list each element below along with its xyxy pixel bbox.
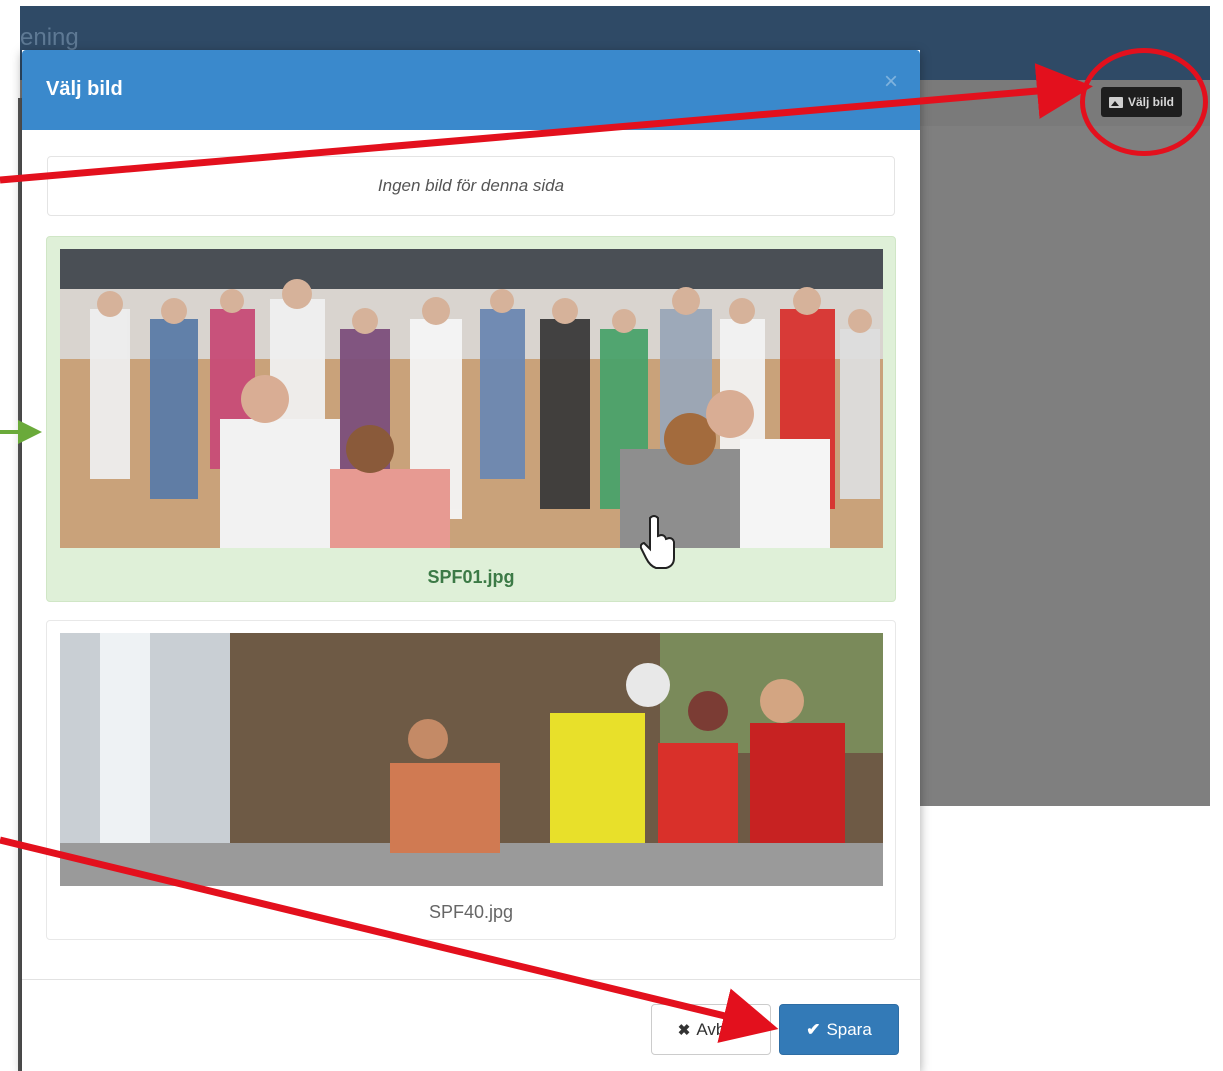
image-filename: SPF40.jpg	[428, 902, 514, 922]
save-button[interactable]: ✔ Spara	[779, 1004, 899, 1055]
modal-title: Välj bild	[46, 78, 123, 100]
modal-footer-divider	[22, 979, 920, 980]
dancing-crowd-photo	[60, 249, 883, 548]
image-card-selected[interactable]: SPF01.jpg	[46, 236, 896, 602]
close-icon: ✖	[677, 1021, 691, 1039]
hand-pointer-icon	[640, 515, 675, 569]
app-content-area	[920, 126, 1210, 806]
cancel-label: Avbryt	[696, 1019, 745, 1039]
no-image-option[interactable]: Ingen bild för denna sida	[47, 156, 895, 216]
image-card[interactable]: SPF40.jpg	[46, 620, 896, 940]
close-icon[interactable]: ×	[884, 68, 898, 96]
save-label: Spara	[826, 1019, 872, 1039]
modal-header: Välj bild ×	[22, 50, 920, 130]
image-filename: SPF01.jpg	[427, 567, 515, 587]
choose-image-modal: Välj bild × Ingen bild för denna sida SP…	[22, 50, 920, 1071]
waterfall-hikers-photo	[60, 633, 883, 886]
cancel-button[interactable]: ✖ Avbryt	[651, 1004, 771, 1055]
annotation-circle	[1080, 48, 1208, 156]
check-icon: ✔	[806, 1019, 821, 1039]
app-title: ening	[20, 24, 79, 51]
